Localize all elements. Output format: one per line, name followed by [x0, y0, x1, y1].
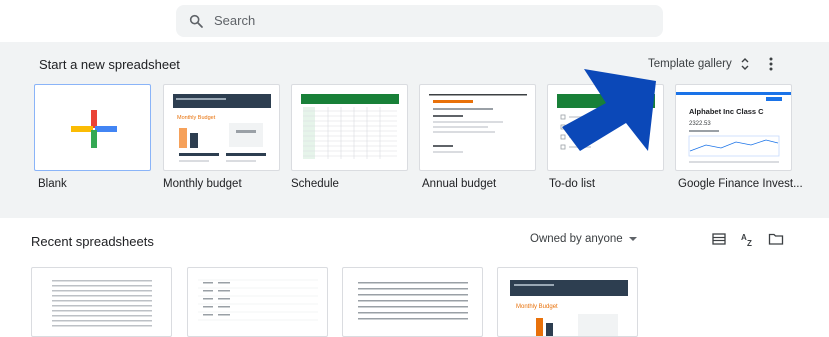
template-annual-budget-label: Annual budget	[422, 178, 497, 190]
template-monthly-budget-label: Monthly budget	[163, 178, 242, 190]
search-icon	[189, 14, 203, 28]
recent-file-4[interactable]: Monthly Budget	[497, 267, 638, 337]
recent-file-1[interactable]	[31, 267, 172, 337]
monthly-budget-thumbnail: Monthly Budget	[173, 94, 271, 162]
finance-heading: Alphabet Inc Class C	[689, 107, 764, 116]
finance-price: 2322.53	[689, 121, 711, 127]
google-finance-thumbnail: Alphabet Inc Class C 2322.53	[676, 92, 791, 163]
search-box[interactable]: Search	[176, 5, 663, 37]
recent-file-2[interactable]	[187, 267, 328, 337]
template-monthly-budget[interactable]: Monthly Budget	[163, 84, 280, 171]
unfold-icon	[741, 58, 749, 70]
top-bar: Search	[0, 0, 829, 42]
recent-file-3-thumbnail	[358, 282, 468, 320]
recent-title: Recent spreadsheets	[31, 234, 154, 249]
more-options-icon[interactable]	[766, 56, 776, 72]
recent-file-1-thumbnail	[52, 280, 152, 327]
template-schedule-label: Schedule	[291, 178, 339, 190]
sort-az-icon[interactable]: A Z	[740, 231, 756, 247]
template-blank[interactable]	[34, 84, 151, 171]
template-google-finance-label: Google Finance Invest...	[678, 178, 803, 190]
schedule-thumbnail	[301, 94, 399, 159]
plus-icon	[71, 110, 117, 148]
recent-file-2-thumbnail	[198, 279, 318, 321]
list-view-icon[interactable]	[711, 231, 727, 247]
template-blank-label: Blank	[38, 178, 67, 190]
svg-text:Z: Z	[747, 239, 752, 247]
annual-budget-thumbnail	[429, 94, 527, 153]
recent-file-3[interactable]	[342, 267, 483, 337]
monthly-budget-heading: Monthly Budget	[177, 115, 216, 121]
recent-section: Recent spreadsheets Owned by anyone A Z	[0, 218, 829, 337]
owner-filter-label: Owned by anyone	[530, 233, 623, 245]
template-google-finance[interactable]: Alphabet Inc Class C 2322.53	[675, 84, 792, 171]
annotation-arrow-icon	[562, 69, 656, 151]
owner-filter-dropdown[interactable]: Owned by anyone	[530, 233, 637, 245]
folder-icon[interactable]	[768, 231, 784, 247]
template-schedule[interactable]	[291, 84, 408, 171]
templates-title: Start a new spreadsheet	[39, 57, 180, 72]
caret-down-icon	[628, 237, 637, 241]
template-todo-list-label: To-do list	[549, 178, 596, 190]
template-annual-budget[interactable]	[419, 84, 536, 171]
search-input[interactable]: Search	[214, 13, 255, 28]
recent-file-4-heading: Monthly Budget	[516, 304, 558, 310]
templates-section: Start a new spreadsheet Template gallery…	[0, 42, 829, 218]
recent-file-4-thumbnail: Monthly Budget	[510, 280, 628, 336]
